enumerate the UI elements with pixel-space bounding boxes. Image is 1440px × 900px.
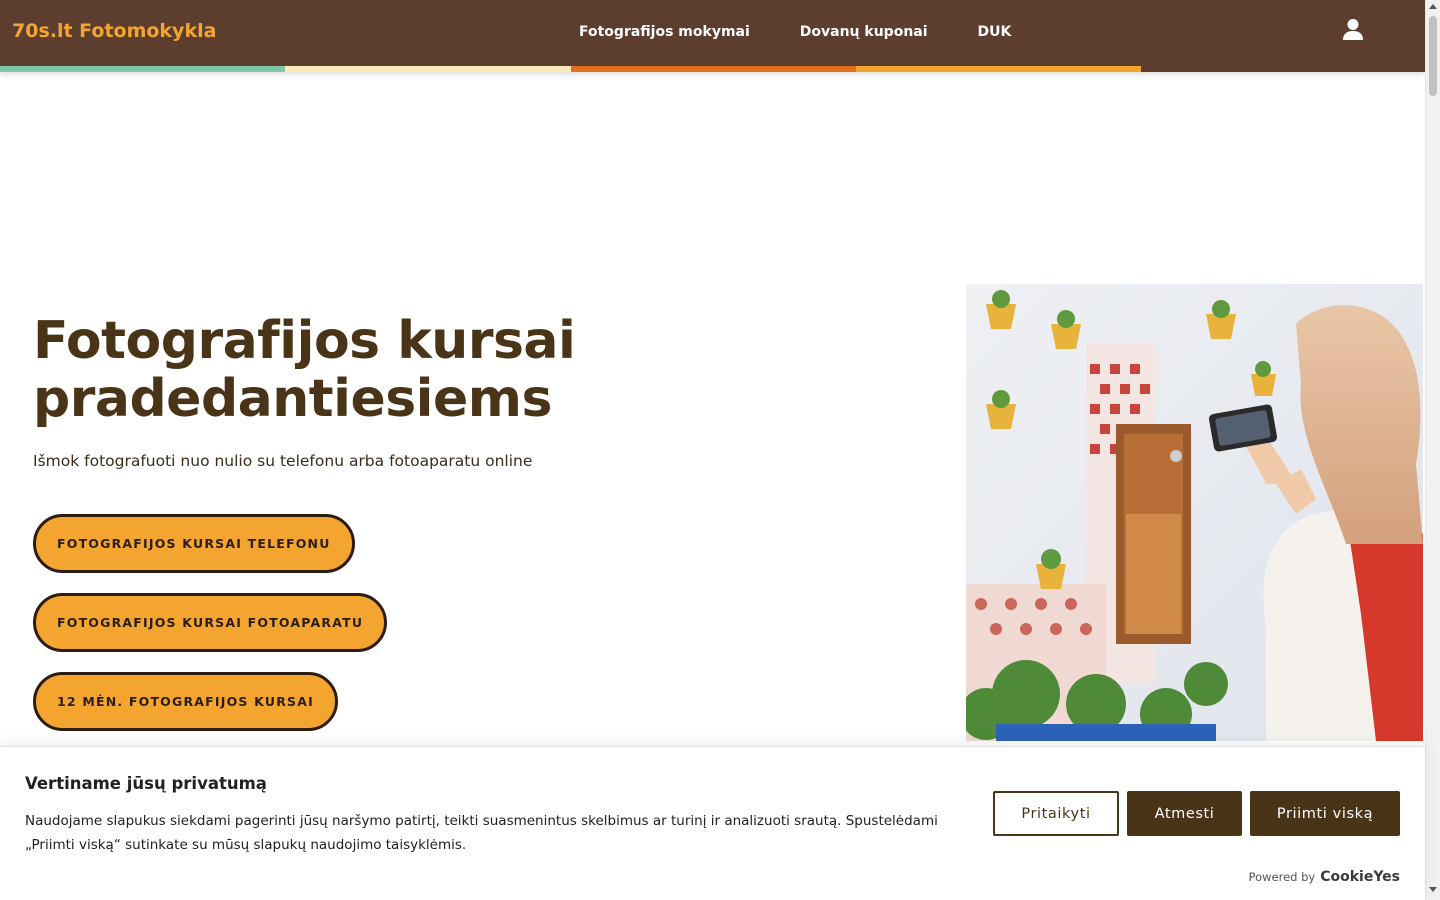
- header-color-stripes: [0, 66, 1141, 72]
- main-nav: Fotografijos mokymai Dovanų kuponai DUK: [579, 24, 1011, 40]
- twelve-month-course-button[interactable]: 12 MĖN. FOTOGRAFIJOS KURSAI: [33, 672, 338, 731]
- user-icon: [1343, 19, 1363, 40]
- stripe-orange: [855, 66, 1141, 72]
- cookieyes-logo[interactable]: CookieYes: [1320, 869, 1400, 885]
- scroll-thumb[interactable]: [1429, 16, 1437, 96]
- hero-subtitle: Išmok fotografuoti nuo nulio su telefonu…: [33, 452, 533, 470]
- hero-title: Fotografijos kursai pradedantiesiems: [33, 311, 576, 429]
- cookie-accept-all-button[interactable]: Priimti viską: [1250, 791, 1400, 836]
- phone-course-button[interactable]: FOTOGRAFIJOS KURSAI TELEFONU: [33, 514, 355, 573]
- site-logo[interactable]: 70s.lt Fotomokykla: [12, 20, 216, 42]
- cookie-consent-banner: Vertiname jūsų privatumą Naudojame slapu…: [0, 746, 1425, 900]
- site-header: 70s.lt Fotomokykla Fotografijos mokymai …: [0, 0, 1425, 72]
- cookie-customize-button[interactable]: Pritaikyti: [993, 791, 1119, 836]
- stripe-green: [0, 66, 286, 72]
- user-account-button[interactable]: [1340, 17, 1366, 43]
- scroll-up-arrow-icon[interactable]: [1429, 4, 1437, 9]
- stripe-dark-orange: [570, 66, 856, 72]
- hero-photo-illustration: [966, 284, 1423, 741]
- camera-course-button[interactable]: FOTOGRAFIJOS KURSAI FOTOAPARATU: [33, 593, 388, 652]
- powered-by-label: Powered by: [1248, 870, 1316, 884]
- stripe-cream: [285, 66, 571, 72]
- powered-by-cookieyes[interactable]: Powered by CookieYes: [1248, 869, 1400, 885]
- nav-item-fotografijos-mokymai[interactable]: Fotografijos mokymai: [579, 24, 750, 40]
- cookie-banner-title: Vertiname jūsų privatumą: [25, 774, 267, 793]
- scroll-down-arrow-icon[interactable]: [1429, 887, 1437, 892]
- cookie-reject-button[interactable]: Atmesti: [1127, 791, 1242, 836]
- nav-item-duk[interactable]: DUK: [978, 24, 1012, 40]
- cookie-banner-text: Naudojame slapukus siekdami pagerinti jū…: [25, 813, 938, 853]
- page-scrollbar[interactable]: [1425, 0, 1440, 900]
- nav-item-dovanu-kuponai[interactable]: Dovanų kuponai: [800, 24, 928, 40]
- hero-photo: [966, 284, 1423, 741]
